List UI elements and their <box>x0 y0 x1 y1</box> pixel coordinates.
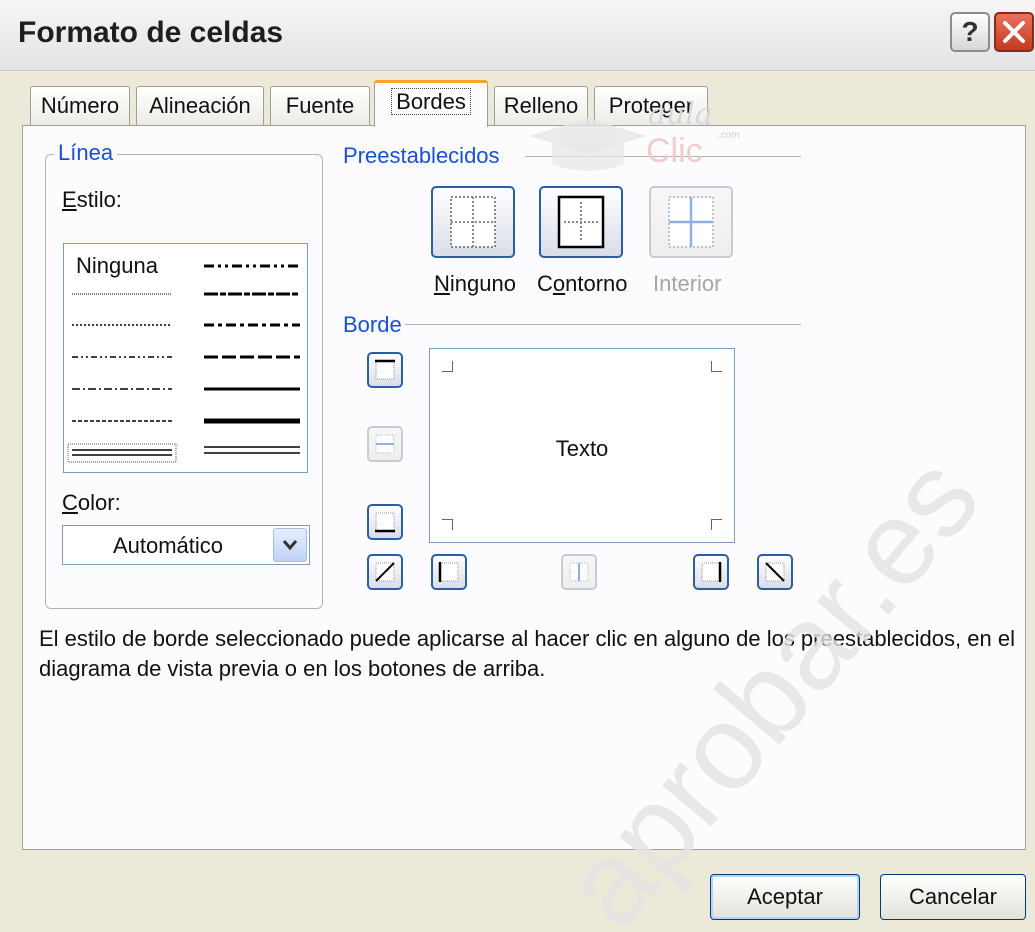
tab-alineacion[interactable]: Alineación <box>136 86 264 126</box>
color-dropdown-button[interactable] <box>273 528 307 562</box>
tab-fuente[interactable]: Fuente <box>270 86 370 126</box>
linea-group-label: Línea <box>54 140 118 166</box>
preset-outline-icon <box>557 195 605 249</box>
line-style-swatches[interactable] <box>64 244 307 472</box>
border-group-label: Borde <box>341 312 404 338</box>
preset-outline-label: Contorno <box>537 271 628 296</box>
border-inside-horizontal-icon <box>375 434 395 454</box>
border-bottom-icon <box>375 512 395 533</box>
preset-none-button[interactable] <box>431 186 515 258</box>
close-icon <box>1003 21 1025 43</box>
preset-outline-button[interactable] <box>539 186 623 258</box>
tab-proteger[interactable]: Proteger <box>594 86 708 126</box>
border-inside-vertical-button[interactable] <box>561 554 597 590</box>
border-inside-horizontal-button[interactable] <box>367 426 403 462</box>
cancel-button[interactable]: Cancelar <box>880 874 1026 920</box>
linea-group: Línea Estilo: Ninguna Color: Automático <box>45 140 323 609</box>
border-diagonal-down-icon <box>765 562 785 582</box>
border-top-button[interactable] <box>367 352 403 388</box>
tab-numero[interactable]: Número <box>30 86 130 126</box>
preset-inside-button[interactable] <box>649 186 733 258</box>
presets-separator <box>525 156 801 157</box>
preview-corner-bl <box>442 519 453 530</box>
tab-bordes-label: Bordes <box>391 88 471 115</box>
border-right-button[interactable] <box>693 554 729 590</box>
style-label: Estilo: <box>62 187 122 212</box>
border-preview[interactable]: Texto <box>429 348 735 543</box>
border-left-button[interactable] <box>431 554 467 590</box>
border-inside-vertical-icon <box>569 562 589 582</box>
preset-none-icon <box>450 196 496 248</box>
border-bottom-button[interactable] <box>367 504 403 540</box>
dialog-title: Formato de celdas <box>18 16 284 49</box>
preview-corner-tl <box>442 361 453 372</box>
border-top-icon <box>375 359 395 380</box>
preset-inside-icon <box>668 196 714 248</box>
preview-corner-br <box>711 519 722 530</box>
tab-relleno[interactable]: Relleno <box>494 86 588 126</box>
preset-inside-label: Interior <box>653 271 722 296</box>
border-right-icon <box>701 562 722 582</box>
line-style-selected-focus <box>67 443 177 463</box>
line-style-list[interactable]: Ninguna <box>63 243 308 473</box>
color-select[interactable]: Automático <box>62 525 310 565</box>
tab-panel-bordes: Línea Estilo: Ninguna Color: Automático … <box>22 125 1026 850</box>
dropdown-arrow-icon <box>282 540 298 551</box>
presets-group-label: Preestablecidos <box>341 143 502 169</box>
preset-none-label: Ninguno <box>434 271 516 296</box>
border-left-icon <box>438 562 459 582</box>
close-button[interactable] <box>994 12 1034 52</box>
preview-text: Texto <box>555 436 609 461</box>
tab-bordes[interactable]: Bordes <box>374 80 488 127</box>
color-select-value: Automático <box>112 533 224 558</box>
border-diagonal-up-icon <box>375 562 395 582</box>
color-label: Color: <box>62 490 121 515</box>
ok-button[interactable]: Aceptar <box>710 874 860 920</box>
border-separator <box>405 324 801 325</box>
title-bar[interactable]: Formato de celdas ? <box>0 0 1035 71</box>
format-cells-dialog: Formato de celdas ? Número Alineación Fu… <box>0 0 1035 932</box>
border-diagonal-down-button[interactable] <box>757 554 793 590</box>
help-button[interactable]: ? <box>950 12 990 52</box>
help-description: El estilo de borde seleccionado puede ap… <box>39 626 1015 681</box>
border-diagonal-up-button[interactable] <box>367 554 403 590</box>
help-icon: ? <box>961 16 979 47</box>
preview-corner-tr <box>711 361 722 372</box>
